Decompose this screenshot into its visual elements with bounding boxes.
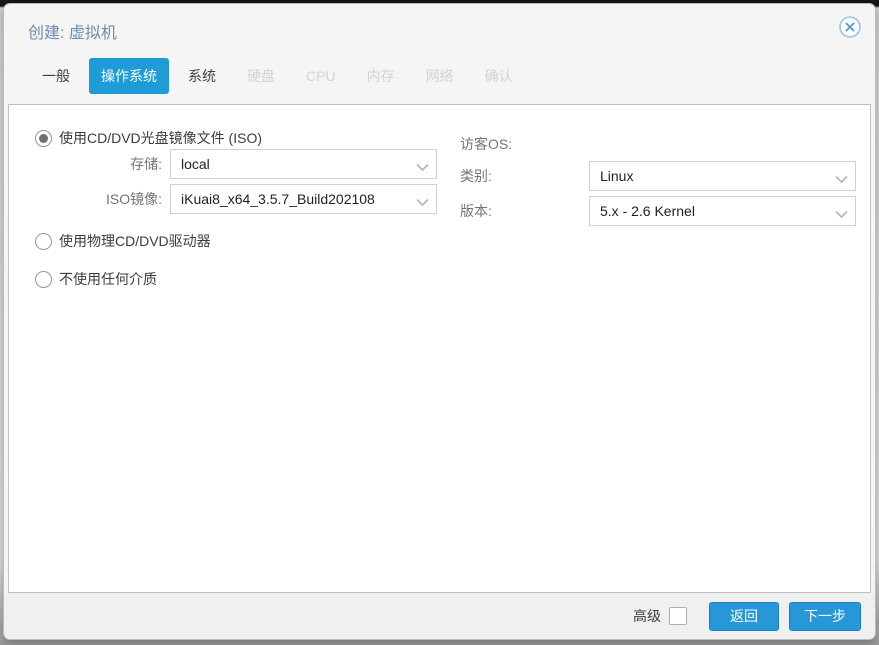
radio-physical-label: 使用物理CD/DVD驱动器 bbox=[59, 233, 211, 249]
radio-selected-icon[interactable] bbox=[35, 129, 52, 147]
iso-image-label: ISO镜像: bbox=[105, 191, 162, 207]
guest-os-heading: 访客OS: bbox=[460, 136, 513, 152]
dialog-footer: 高级 返回 下一步 bbox=[4, 593, 875, 639]
tab-general[interactable]: 一般 bbox=[30, 58, 82, 94]
wizard-tabs: 一般 操作系统 系统 硬盘 CPU 内存 网络 确认 bbox=[4, 54, 875, 104]
os-type-row: 类别: Linux bbox=[460, 161, 870, 191]
radio-unselected-icon[interactable] bbox=[35, 232, 52, 250]
radio-no-media[interactable]: 不使用任何介质 bbox=[35, 268, 445, 290]
os-type-value: Linux bbox=[600, 168, 634, 184]
chevron-down-icon bbox=[416, 194, 429, 212]
radio-iso-label: 使用CD/DVD光盘镜像文件 (ISO) bbox=[59, 130, 262, 146]
close-icon bbox=[838, 15, 862, 44]
tab-cpu: CPU bbox=[306, 68, 336, 84]
chevron-down-icon bbox=[416, 159, 429, 177]
storage-label: 存储: bbox=[130, 156, 162, 172]
os-type-label: 类别: bbox=[460, 168, 492, 184]
close-button[interactable] bbox=[838, 15, 862, 44]
radio-no-media-label: 不使用任何介质 bbox=[59, 271, 157, 287]
os-version-value: 5.x - 2.6 Kernel bbox=[600, 203, 695, 219]
radio-physical[interactable]: 使用物理CD/DVD驱动器 bbox=[35, 230, 445, 252]
storage-row: 存储: local bbox=[35, 149, 445, 179]
next-button[interactable]: 下一步 bbox=[789, 601, 861, 631]
os-version-row: 版本: 5.x - 2.6 Kernel bbox=[460, 196, 870, 226]
advanced-checkbox[interactable] bbox=[669, 607, 687, 625]
radio-unselected-icon[interactable] bbox=[35, 270, 52, 288]
dialog-header: 创建: 虚拟机 bbox=[4, 4, 875, 54]
tab-system[interactable]: 系统 bbox=[176, 58, 228, 94]
os-version-select[interactable]: 5.x - 2.6 Kernel bbox=[589, 196, 856, 226]
back-button[interactable]: 返回 bbox=[709, 601, 779, 631]
os-tab-panel: 使用CD/DVD光盘镜像文件 (ISO) 存储: local ISO镜像: iK… bbox=[8, 104, 871, 593]
os-type-select[interactable]: Linux bbox=[589, 161, 856, 191]
tab-network: 网络 bbox=[425, 68, 454, 84]
radio-iso[interactable]: 使用CD/DVD光盘镜像文件 (ISO) bbox=[35, 127, 445, 149]
chevron-down-icon bbox=[835, 206, 848, 224]
dialog-title: 创建: 虚拟机 bbox=[28, 25, 117, 42]
storage-value: local bbox=[181, 156, 210, 172]
tab-confirm: 确认 bbox=[484, 68, 513, 84]
guest-os-column: 访客OS: 类别: Linux 版本: 5.x - 2.6 Kernel bbox=[445, 127, 870, 592]
iso-image-select[interactable]: iKuai8_x64_3.5.7_Build202108 bbox=[170, 184, 437, 214]
os-version-label: 版本: bbox=[460, 203, 492, 219]
tab-disk: 硬盘 bbox=[247, 68, 275, 84]
tab-os[interactable]: 操作系统 bbox=[89, 58, 169, 94]
create-vm-dialog: 创建: 虚拟机 一般 操作系统 系统 硬盘 CPU 内存 网络 确认 使用CD/… bbox=[3, 3, 876, 640]
tab-memory: 内存 bbox=[366, 68, 395, 84]
media-column: 使用CD/DVD光盘镜像文件 (ISO) 存储: local ISO镜像: iK… bbox=[9, 127, 445, 592]
advanced-label[interactable]: 高级 bbox=[633, 606, 661, 626]
guest-os-heading-row: 访客OS: bbox=[460, 127, 870, 161]
chevron-down-icon bbox=[835, 171, 848, 189]
storage-select[interactable]: local bbox=[170, 149, 437, 179]
iso-image-row: ISO镜像: iKuai8_x64_3.5.7_Build202108 bbox=[35, 184, 445, 214]
iso-image-value: iKuai8_x64_3.5.7_Build202108 bbox=[181, 191, 375, 207]
